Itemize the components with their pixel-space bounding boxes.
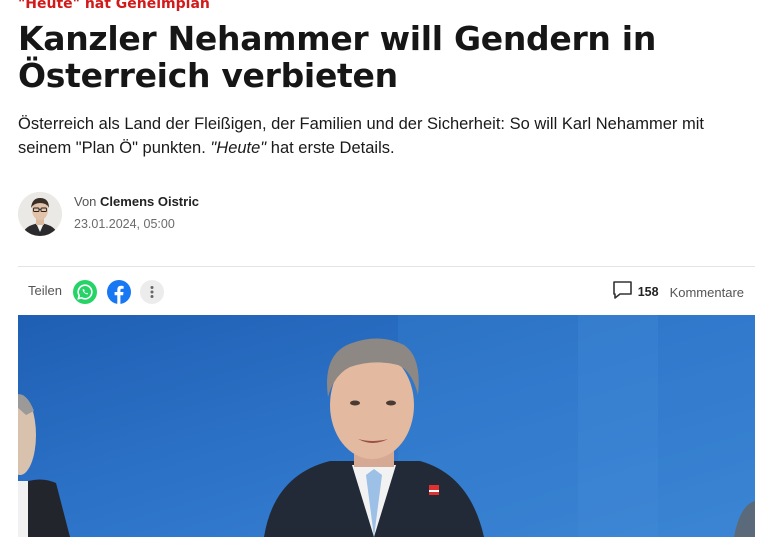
- lead-source: "Heute": [210, 139, 267, 157]
- divider: [18, 266, 755, 267]
- whatsapp-icon[interactable]: [73, 280, 97, 304]
- comment-count: 158: [637, 285, 659, 299]
- lead-tail: hat erste Details.: [270, 139, 395, 157]
- article-lead: Österreich als Land der Fleißigen, der F…: [18, 112, 753, 160]
- article-kicker: "Heute" hat Geheimplan: [18, 0, 210, 12]
- author-name[interactable]: Clemens Oistric: [100, 194, 199, 209]
- byline-prefix: Von: [74, 194, 97, 209]
- share-bar: Teilen 158 Kommentare: [18, 276, 755, 306]
- author-avatar[interactable]: [18, 192, 62, 236]
- author-byline: Von Clemens Oistric: [74, 194, 199, 209]
- comments-link[interactable]: 158 Kommentare: [612, 279, 744, 306]
- share-label: Teilen: [28, 283, 62, 298]
- article-headline: Kanzler Nehammer will Gendern in Österre…: [18, 19, 657, 95]
- comment-icon: [612, 279, 634, 306]
- publish-date: 23.01.2024, 05:00: [74, 217, 175, 231]
- facebook-icon[interactable]: [107, 280, 131, 304]
- author-block: Von Clemens Oistric 23.01.2024, 05:00: [18, 190, 418, 240]
- more-icon[interactable]: [140, 280, 164, 304]
- comment-label: Kommentare: [669, 284, 744, 300]
- hero-image[interactable]: [18, 315, 755, 537]
